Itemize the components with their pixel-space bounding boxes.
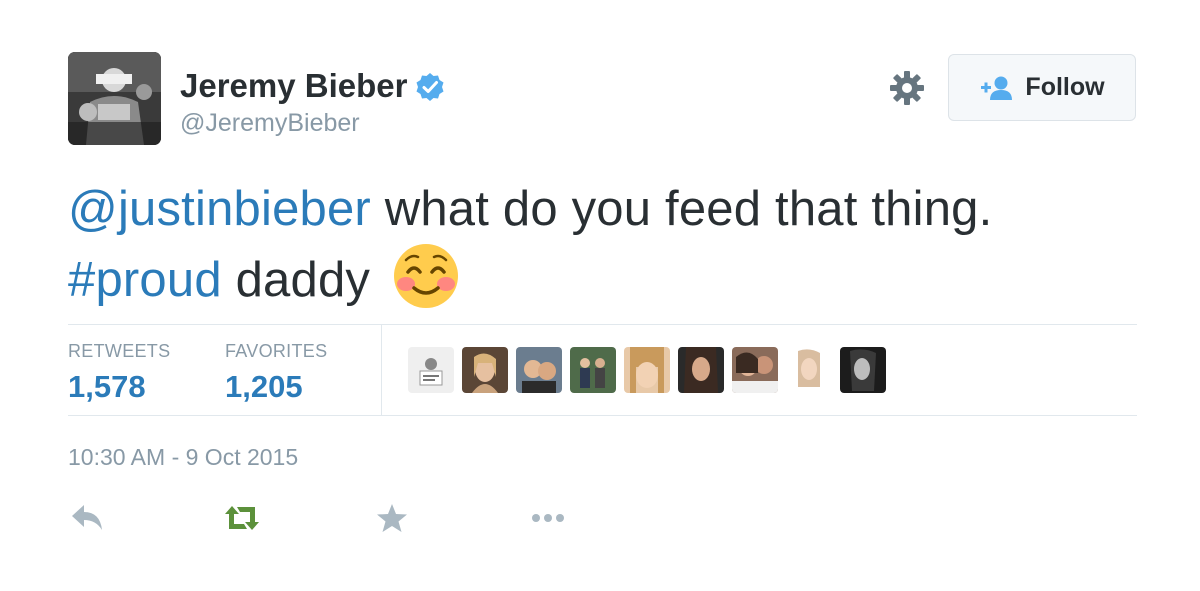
mention-link[interactable]: @justinbieber bbox=[68, 182, 371, 236]
tweet-card: Jeremy Bieber @JeremyBieber Follow @just… bbox=[0, 0, 1200, 591]
favorites-label: FAVORITES bbox=[225, 341, 328, 361]
favoriter-avatar[interactable] bbox=[408, 347, 454, 393]
user-handle[interactable]: @JeremyBieber bbox=[180, 108, 360, 138]
gear-icon[interactable] bbox=[888, 69, 926, 107]
favoriter-avatar[interactable] bbox=[786, 347, 832, 393]
hashtag-link[interactable]: #proud bbox=[68, 253, 222, 307]
favoriter-avatar[interactable] bbox=[678, 347, 724, 393]
retweets-label: RETWEETS bbox=[68, 341, 171, 361]
retweets-stat[interactable]: RETWEETS 1,578 bbox=[68, 340, 170, 407]
favoriter-avatar[interactable] bbox=[732, 347, 778, 393]
favoriter-avatar[interactable] bbox=[516, 347, 562, 393]
retweets-count: 1,578 bbox=[68, 369, 146, 404]
more-icon[interactable] bbox=[528, 500, 568, 536]
tweet-timestamp[interactable]: 10:30 AM - 9 Oct 2015 bbox=[68, 443, 298, 471]
tweet-text: @justinbieber what do you feed that thin… bbox=[68, 176, 1148, 313]
favoriter-avatar[interactable] bbox=[462, 347, 508, 393]
follow-button[interactable]: Follow bbox=[948, 54, 1136, 121]
tweet-stats: RETWEETS 1,578 FAVORITES 1,205 bbox=[68, 324, 1137, 416]
tweet-text-part: what do you feed that thing. bbox=[370, 182, 993, 236]
display-name[interactable]: Jeremy Bieber bbox=[180, 66, 445, 106]
favorites-stat[interactable]: FAVORITES 1,205 bbox=[225, 340, 327, 407]
favorites-count: 1,205 bbox=[225, 369, 303, 404]
smiling-face-with-blush-emoji-icon bbox=[392, 242, 460, 310]
reply-icon[interactable] bbox=[68, 500, 108, 536]
favoriters-avatars bbox=[408, 347, 886, 393]
favorite-icon[interactable] bbox=[372, 500, 412, 536]
follow-button-label: Follow bbox=[1025, 73, 1105, 101]
favoriter-avatar[interactable] bbox=[840, 347, 886, 393]
add-user-icon bbox=[979, 75, 1013, 101]
retweet-icon[interactable] bbox=[222, 500, 262, 536]
stats-divider bbox=[381, 325, 382, 415]
profile-avatar[interactable] bbox=[68, 52, 161, 145]
display-name-text[interactable]: Jeremy Bieber bbox=[180, 66, 407, 106]
favoriter-avatar[interactable] bbox=[570, 347, 616, 393]
tweet-text-part: daddy bbox=[221, 253, 371, 307]
favoriter-avatar[interactable] bbox=[624, 347, 670, 393]
verified-badge-icon bbox=[415, 71, 445, 101]
